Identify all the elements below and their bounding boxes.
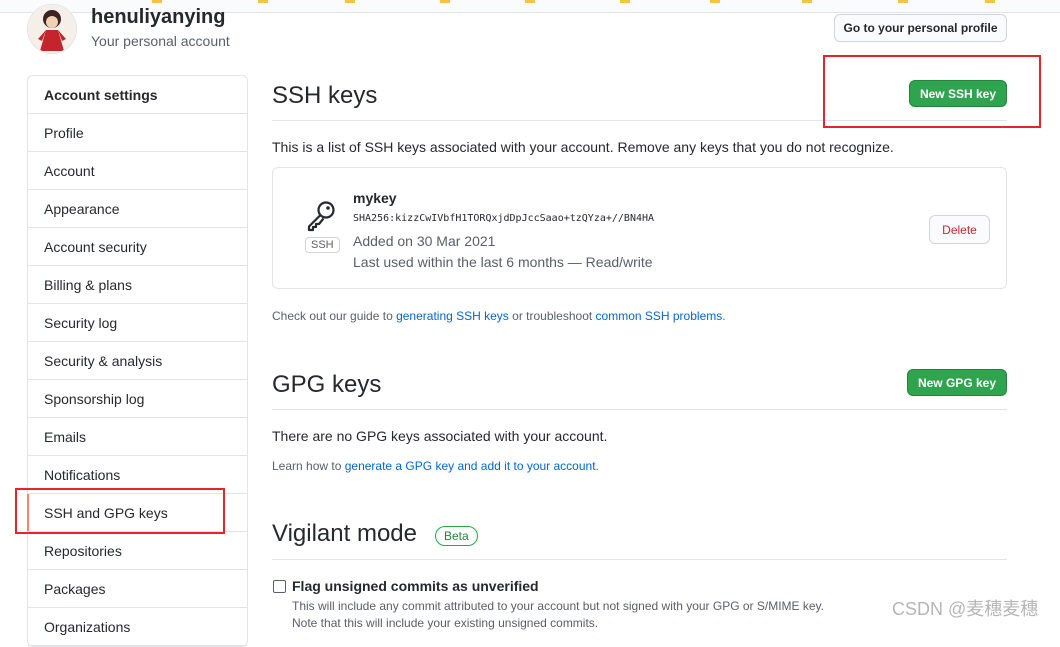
beta-badge: Beta: [435, 526, 478, 546]
header-dash: [710, 0, 720, 3]
sidebar-item-repositories[interactable]: Repositories: [28, 532, 247, 570]
sidebar-item-organizations[interactable]: Organizations: [28, 608, 247, 646]
sidebar-item-account[interactable]: Account: [28, 152, 247, 190]
header-dash: [985, 0, 995, 3]
sidebar-item-appearance[interactable]: Appearance: [28, 190, 247, 228]
avatar[interactable]: [27, 4, 77, 54]
vigilant-mode-heading: Vigilant mode: [272, 520, 417, 547]
gpg-empty-text: There are no GPG keys associated with yo…: [272, 428, 608, 444]
account-name: henuliyanying: [91, 6, 226, 28]
new-gpg-key-button[interactable]: New GPG key: [907, 369, 1007, 396]
header-dash: [525, 0, 535, 3]
ssh-key-last-used: Last used within the last 6 months — Rea…: [353, 254, 653, 270]
account-subtitle: Your personal account: [91, 33, 230, 49]
sidebar-item-emails[interactable]: Emails: [28, 418, 247, 456]
ssh-guide-text: Check out our guide to generating SSH ke…: [272, 309, 726, 323]
sidebar-item-security-log[interactable]: Security log: [28, 304, 247, 342]
header-dash: [898, 0, 908, 3]
sidebar-item-security-analysis[interactable]: Security & analysis: [28, 342, 247, 380]
go-to-profile-button[interactable]: Go to your personal profile: [834, 14, 1007, 42]
header-dash: [345, 0, 355, 3]
ssh-keys-heading: SSH keys: [272, 82, 378, 109]
common-ssh-problems-link[interactable]: common SSH problems: [596, 309, 723, 323]
ssh-type-label: SSH: [305, 237, 340, 253]
divider: [272, 559, 1007, 560]
learn-prefix: Learn how to: [272, 459, 345, 473]
settings-sidebar: Account settings Profile Account Appeara…: [27, 75, 248, 647]
header-dash: [440, 0, 450, 3]
guide-middle: or troubleshoot: [508, 309, 596, 323]
annotation-box-sidebar: [15, 488, 225, 534]
sidebar-header: Account settings: [28, 76, 247, 114]
ssh-key-name: mykey: [353, 190, 397, 206]
delete-key-button[interactable]: Delete: [929, 215, 990, 244]
sidebar-item-packages[interactable]: Packages: [28, 570, 247, 608]
key-icon: [304, 199, 338, 236]
header-dash: [620, 0, 630, 3]
header-dash: [152, 0, 162, 3]
gpg-learn-text: Learn how to generate a GPG key and add …: [272, 459, 599, 473]
vigilant-description: This will include any commit attributed …: [292, 599, 825, 613]
sidebar-item-profile[interactable]: Profile: [28, 114, 247, 152]
header-dash: [802, 0, 812, 3]
divider: [272, 409, 1007, 410]
guide-suffix: .: [722, 309, 726, 323]
sidebar-item-sponsorship-log[interactable]: Sponsorship log: [28, 380, 247, 418]
gpg-keys-heading: GPG keys: [272, 371, 382, 398]
sidebar-item-account-security[interactable]: Account security: [28, 228, 247, 266]
header-dash: [258, 0, 268, 3]
generating-ssh-keys-link[interactable]: generating SSH keys: [396, 309, 509, 323]
annotation-box-new-ssh: [823, 55, 1041, 128]
sidebar-item-billing[interactable]: Billing & plans: [28, 266, 247, 304]
learn-suffix: .: [595, 459, 599, 473]
guide-prefix: Check out our guide to: [272, 309, 397, 323]
ssh-key-added-date: Added on 30 Mar 2021: [353, 233, 496, 249]
vigilant-note: Note that this will include your existin…: [292, 616, 599, 630]
flag-unsigned-label[interactable]: Flag unsigned commits as unverified: [292, 578, 539, 594]
ssh-description: This is a list of SSH keys associated wi…: [272, 139, 894, 155]
flag-unsigned-checkbox[interactable]: [273, 580, 286, 593]
ssh-key-fingerprint: SHA256:kizzCwIVbfH1TORQxjdDpJccSaao+tzQY…: [353, 213, 655, 224]
generate-gpg-key-link[interactable]: generate a GPG key and add it to your ac…: [345, 459, 596, 473]
csdn-watermark: CSDN @麦穗麦穗: [892, 599, 1039, 619]
ssh-key-card: [272, 167, 1007, 289]
